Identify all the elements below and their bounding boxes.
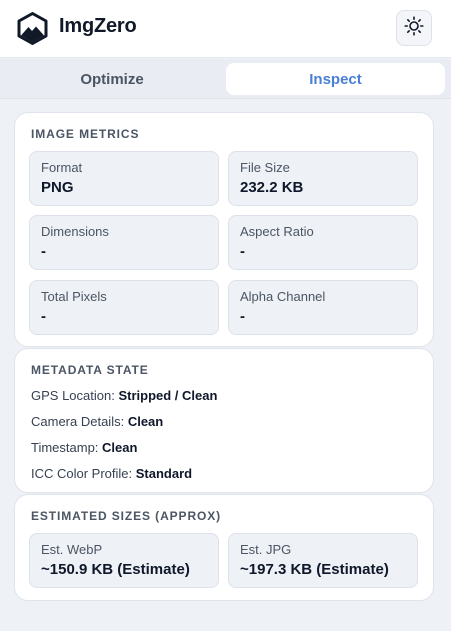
metric-dimensions: Dimensions - — [29, 215, 219, 270]
metadata-row-icc-profile: ICC Color Profile: Standard — [31, 466, 192, 481]
tab-inspect[interactable]: Inspect — [226, 63, 445, 95]
sun-icon — [404, 15, 424, 41]
tab-bar: Optimize Inspect — [0, 59, 451, 99]
metric-alpha-channel: Alpha Channel - — [228, 280, 418, 335]
metric-value: - — [240, 308, 245, 325]
metric-label: Dimensions — [41, 224, 109, 239]
metric-label: File Size — [240, 160, 290, 175]
estimate-label: Est. WebP — [41, 542, 103, 557]
metric-value: - — [240, 243, 245, 260]
metadata-label: Timestamp: — [31, 440, 99, 455]
metadata-value: Clean — [102, 440, 138, 455]
image-metrics-card: IMAGE METRICS Format PNG File Size 232.2… — [14, 112, 434, 347]
metric-label: Total Pixels — [41, 289, 107, 304]
metric-value: PNG — [41, 179, 74, 196]
metadata-value: Standard — [135, 466, 193, 481]
metadata-label: GPS Location: — [31, 388, 115, 403]
app-title: ImgZero — [59, 15, 137, 37]
estimate-webp: Est. WebP ~150.9 KB (Estimate) — [29, 533, 219, 588]
tab-optimize[interactable]: Optimize — [6, 63, 218, 95]
metadata-label: Camera Details: — [31, 414, 125, 429]
metadata-state-title: METADATA STATE — [31, 363, 149, 377]
metric-value: - — [41, 308, 46, 325]
estimate-value: ~150.9 KB (Estimate) — [41, 561, 190, 578]
metadata-label: ICC Color Profile: — [31, 466, 133, 481]
theme-toggle-button[interactable] — [396, 10, 432, 46]
estimate-label: Est. JPG — [240, 542, 292, 557]
metric-label: Alpha Channel — [240, 289, 326, 304]
metadata-value: Stripped / Clean — [118, 388, 218, 403]
metric-total-pixels: Total Pixels - — [29, 280, 219, 335]
metadata-row-gps: GPS Location: Stripped / Clean — [31, 388, 217, 403]
metric-value: - — [41, 243, 46, 260]
metric-value: 232.2 KB — [240, 179, 304, 196]
metric-file-size: File Size 232.2 KB — [228, 151, 418, 206]
estimated-sizes-title: ESTIMATED SIZES (APPROX) — [31, 509, 222, 523]
metric-format: Format PNG — [29, 151, 219, 206]
image-metrics-title: IMAGE METRICS — [31, 127, 140, 141]
metric-label: Format — [41, 160, 83, 175]
estimated-sizes-card: ESTIMATED SIZES (APPROX) Est. WebP ~150.… — [14, 494, 434, 601]
metadata-row-camera: Camera Details: Clean — [31, 414, 163, 429]
metadata-value: Clean — [127, 414, 164, 429]
mountain-logo-icon — [16, 12, 49, 45]
estimate-jpg: Est. JPG ~197.3 KB (Estimate) — [228, 533, 418, 588]
metadata-row-timestamp: Timestamp: Clean — [31, 440, 137, 455]
metric-aspect-ratio: Aspect Ratio - — [228, 215, 418, 270]
app-header: ImgZero — [0, 0, 451, 58]
metadata-state-card: METADATA STATE GPS Location: Stripped / … — [14, 348, 434, 493]
metric-label: Aspect Ratio — [240, 224, 314, 239]
estimate-value: ~197.3 KB (Estimate) — [240, 561, 389, 578]
